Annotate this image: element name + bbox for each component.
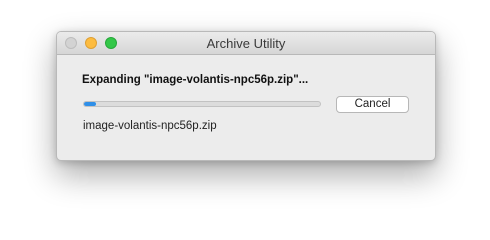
expanding-status-heading: Expanding "image-volantis-npc56p.zip"... <box>82 74 309 86</box>
archive-utility-window: Archive Utility Expanding "image-volanti… <box>56 31 436 161</box>
progress-bar <box>83 101 321 107</box>
progress-bar-fill <box>84 102 96 106</box>
title-bar[interactable]: Archive Utility <box>57 32 435 55</box>
current-file-name: image-volantis-npc56p.zip <box>83 120 217 132</box>
cancel-button[interactable]: Cancel <box>336 96 409 113</box>
window-title: Archive Utility <box>206 36 286 51</box>
